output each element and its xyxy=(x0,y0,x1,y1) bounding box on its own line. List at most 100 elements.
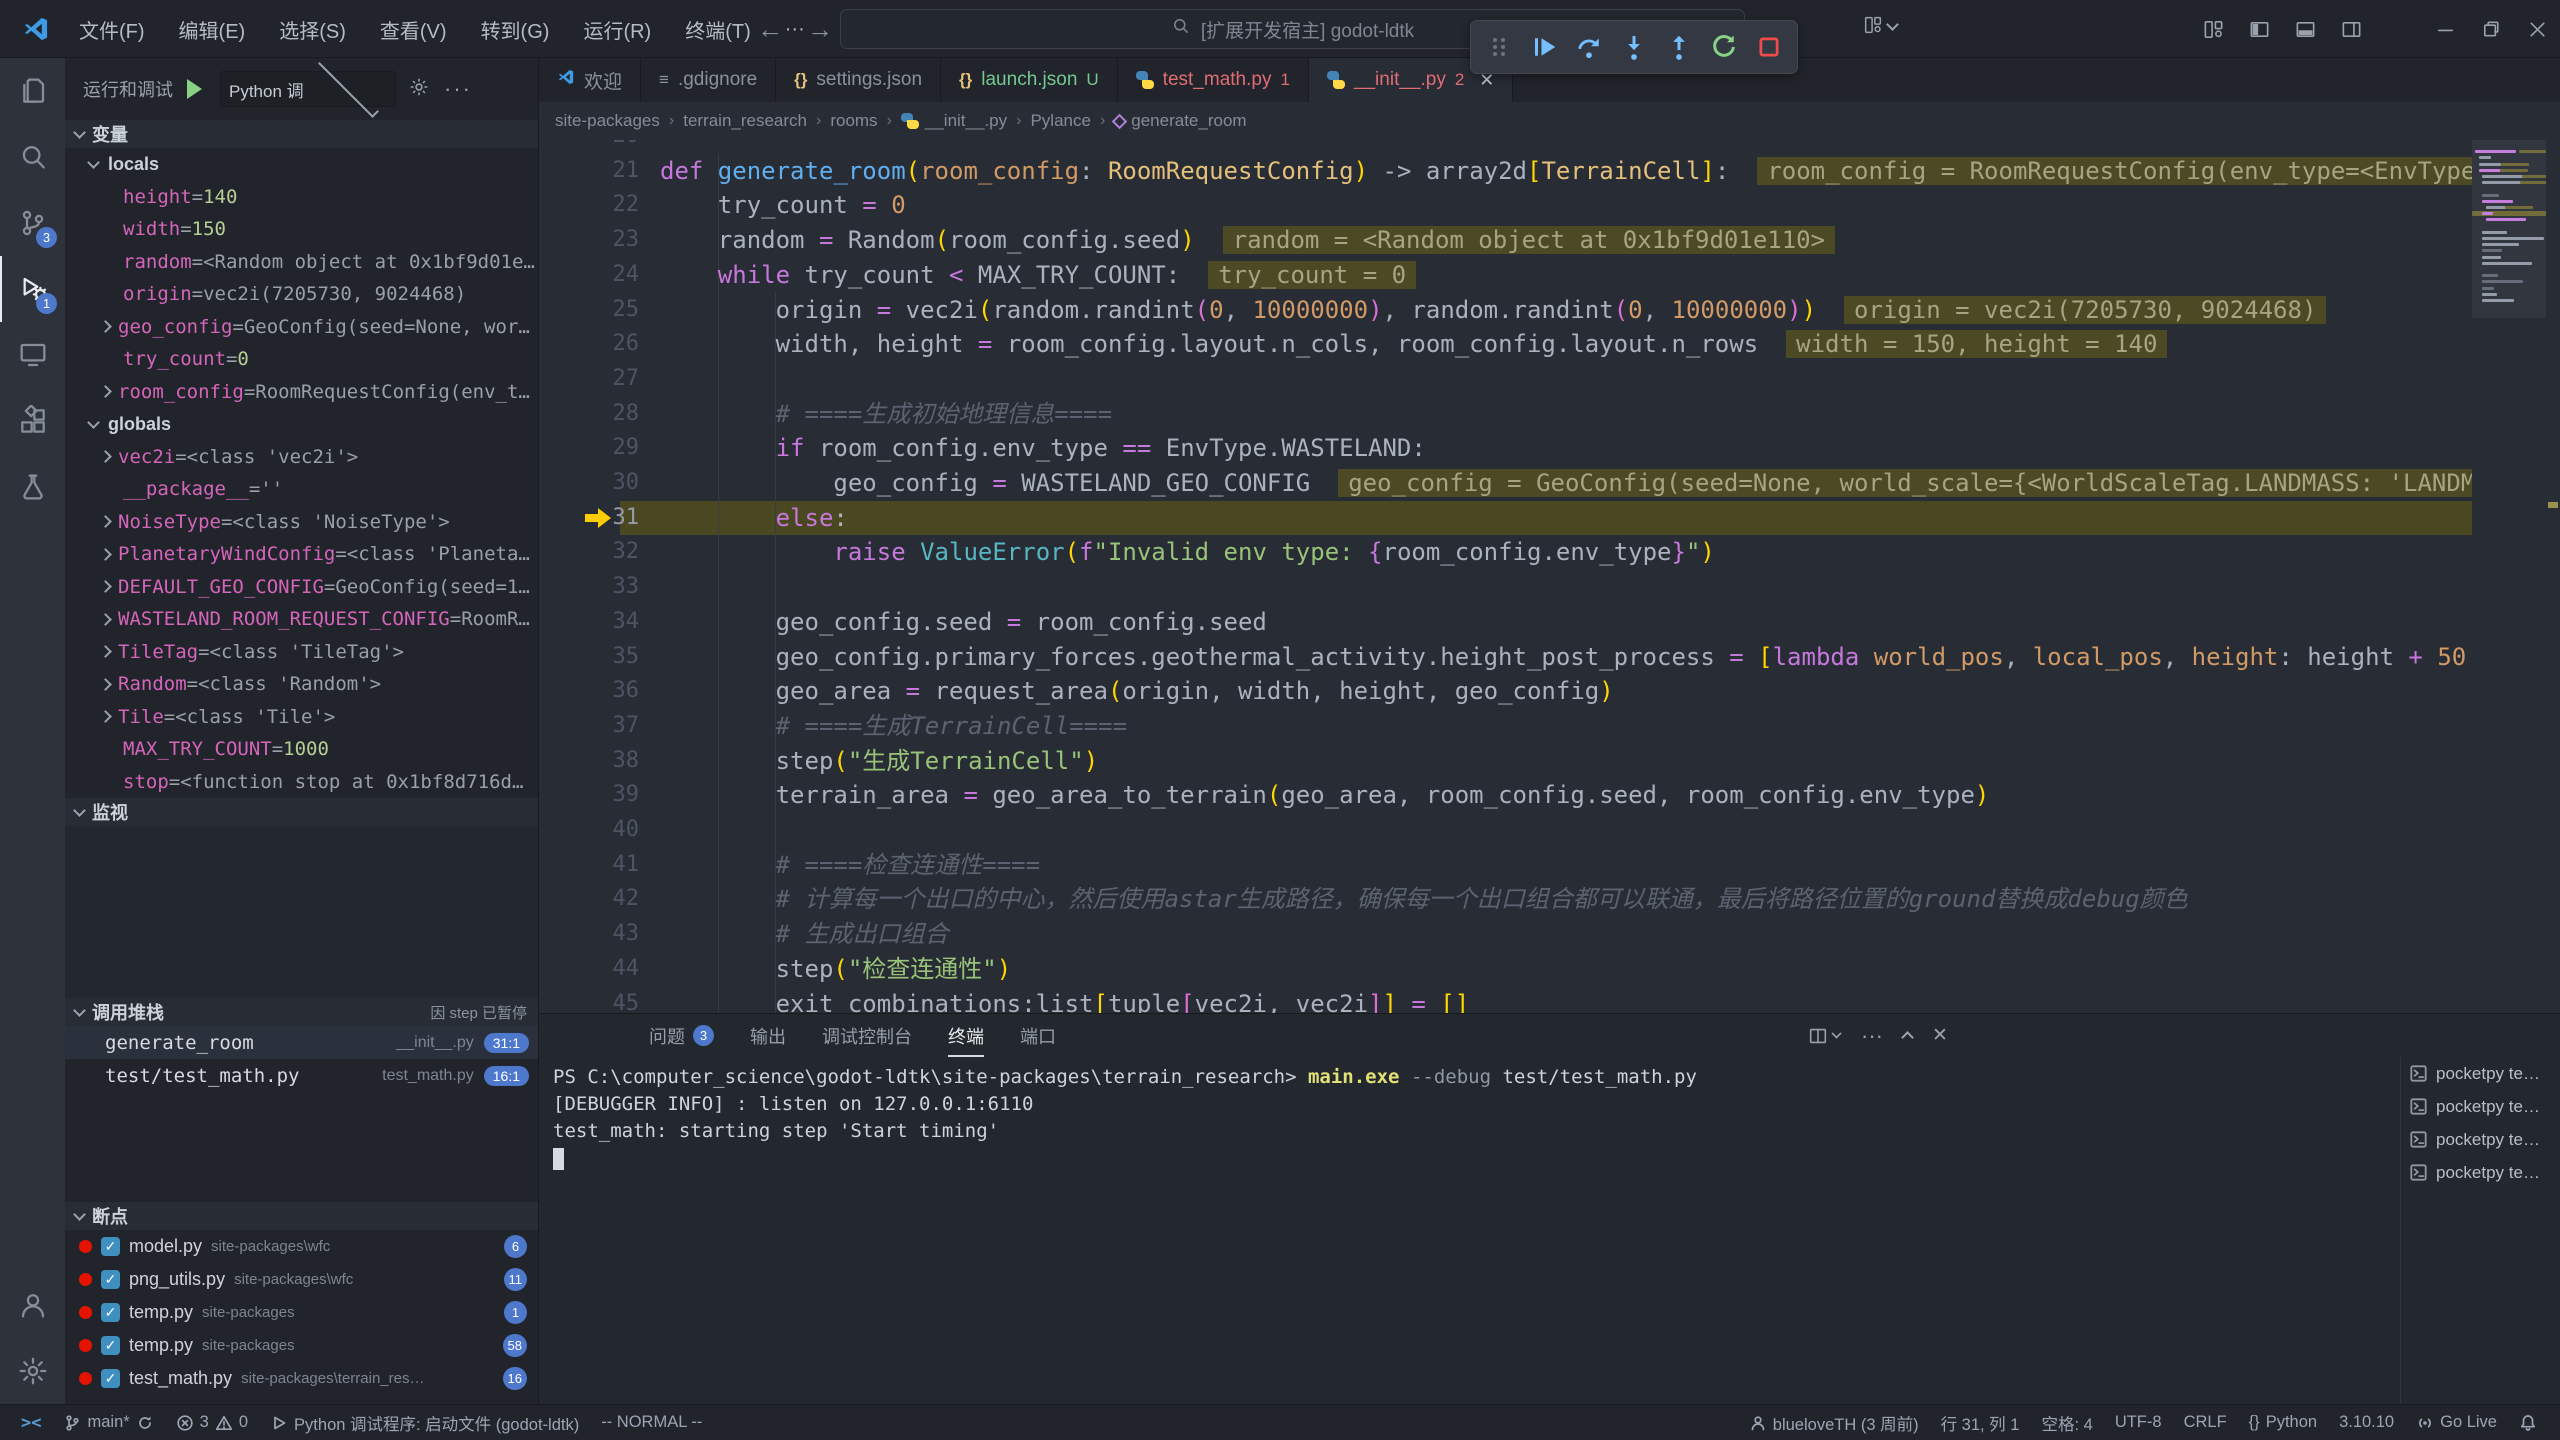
line-number[interactable]: 37 xyxy=(539,709,639,744)
stop-icon[interactable] xyxy=(1750,27,1787,67)
minimap[interactable] xyxy=(2472,140,2546,1013)
code-line[interactable]: # ====生成初始地理信息==== xyxy=(660,397,1112,432)
panel-tab-终端[interactable]: 终端 xyxy=(948,1014,984,1057)
line-number[interactable]: 38 xyxy=(539,744,639,779)
activity-settings[interactable] xyxy=(0,1338,65,1404)
terminal-instance[interactable]: pocketpy te… xyxy=(2401,1057,2560,1090)
line-number[interactable]: 32 xyxy=(539,535,639,570)
tab-settings.json[interactable]: {}settings.json xyxy=(776,58,941,102)
code-line[interactable]: while try_count < MAX_TRY_COUNT:try_coun… xyxy=(660,258,1416,293)
activity-search[interactable] xyxy=(0,124,65,190)
line-number[interactable]: 30 xyxy=(539,466,639,501)
close-panel-icon[interactable]: ✕ xyxy=(1932,1024,1948,1047)
line-number[interactable]: 21 xyxy=(539,154,639,189)
code-line[interactable]: geo_config = WASTELAND_GEO_CONFIGgeo_con… xyxy=(660,466,2472,501)
line-number[interactable]: 42 xyxy=(539,882,639,917)
checkbox[interactable]: ✓ xyxy=(101,1369,120,1388)
code-line[interactable]: else: xyxy=(660,501,848,536)
eol[interactable]: CRLF xyxy=(2173,1405,2238,1440)
menu-item[interactable]: 编辑(E) xyxy=(162,15,263,44)
more-actions-icon[interactable]: ··· xyxy=(1861,1023,1883,1049)
line-number[interactable]: 43 xyxy=(539,917,639,952)
line-number[interactable]: 45 xyxy=(539,987,639,1014)
code-line[interactable]: # ====生成TerrainCell==== xyxy=(660,709,1127,744)
code-line[interactable]: step("检查连通性") xyxy=(660,952,1011,987)
checkbox[interactable]: ✓ xyxy=(101,1336,120,1355)
go-live[interactable]: Go Live xyxy=(2405,1405,2508,1440)
language-mode[interactable]: {}Python xyxy=(2238,1405,2328,1440)
callstack-frame[interactable]: generate_room__init__.py31:1 xyxy=(65,1026,539,1059)
callstack-section-header[interactable]: 调用堆栈 因 step 已暂停 xyxy=(65,998,539,1026)
breadcrumb-item[interactable]: site-packages xyxy=(555,111,660,131)
nav-back-icon[interactable]: ← xyxy=(752,14,788,45)
line-number[interactable]: 25 xyxy=(539,293,639,328)
panel-tab-问题[interactable]: 问题3 xyxy=(649,1014,714,1057)
step-over-icon[interactable] xyxy=(1571,27,1608,67)
code-line[interactable]: step("生成TerrainCell") xyxy=(660,744,1098,779)
code-line[interactable]: geo_area = request_area(origin, width, h… xyxy=(660,674,1614,709)
tab-欢迎[interactable]: 欢迎 xyxy=(539,58,641,102)
line-number[interactable]: 36 xyxy=(539,674,639,709)
encoding[interactable]: UTF-8 xyxy=(2104,1405,2173,1440)
terminal-instance[interactable]: pocketpy te… xyxy=(2401,1123,2560,1156)
tab-launch.json[interactable]: {}launch.jsonU xyxy=(941,58,1118,102)
code-line[interactable]: # ====检查连通性==== xyxy=(660,848,1040,883)
variable-row[interactable]: NoiseType = <class 'NoiseType'> xyxy=(65,506,539,539)
line-number[interactable]: 23 xyxy=(539,223,639,258)
variable-row[interactable]: origin = vec2i(7205730, 9024468) xyxy=(65,278,539,311)
panel-tab-端口[interactable]: 端口 xyxy=(1020,1014,1056,1057)
profile-icon[interactable] xyxy=(1862,14,1897,36)
variables-group[interactable]: globals xyxy=(65,408,539,441)
variable-row[interactable]: WASTELAND_ROOM_REQUEST_CONFIG = RoomR… xyxy=(65,603,539,636)
variable-row[interactable]: DEFAULT_GEO_CONFIG = GeoConfig(seed=1… xyxy=(65,571,539,604)
line-number[interactable]: 40 xyxy=(539,813,639,848)
line-number[interactable]: 26 xyxy=(539,327,639,362)
code-line[interactable]: if room_config.env_type == EnvType.WASTE… xyxy=(660,431,1426,466)
breakpoint-row[interactable]: ✓test_math.pysite-packages\terrain_res…1… xyxy=(65,1362,539,1395)
activity-remote-explorer[interactable] xyxy=(0,322,65,388)
watch-body[interactable] xyxy=(65,826,539,998)
more-actions-icon[interactable]: ··· xyxy=(444,76,472,102)
line-number[interactable]: 44 xyxy=(539,952,639,987)
tab-.gdignore[interactable]: ≡.gdignore xyxy=(641,58,776,102)
gear-icon[interactable] xyxy=(408,76,430,103)
breakpoints-section-header[interactable]: 断点 xyxy=(65,1202,539,1230)
split-terminal-icon[interactable] xyxy=(1807,1025,1841,1047)
code-line[interactable]: width, height = room_config.layout.n_col… xyxy=(660,327,2167,362)
variable-row[interactable]: geo_config = GeoConfig(seed=None, wor… xyxy=(65,311,539,344)
line-number[interactable]: 22 xyxy=(539,188,639,223)
line-number[interactable]: 41 xyxy=(539,848,639,883)
cursor-position[interactable]: 行 31, 列 1 xyxy=(1930,1405,2031,1440)
git-branch[interactable]: main* xyxy=(52,1405,164,1440)
activity-run-debug[interactable]: 1 xyxy=(0,256,65,322)
activity-explorer[interactable] xyxy=(0,58,65,124)
line-number[interactable]: 29 xyxy=(539,431,639,466)
variable-row[interactable]: TileTag = <class 'TileTag'> xyxy=(65,636,539,669)
line-number[interactable]: 20 xyxy=(539,140,639,154)
breadcrumb-item[interactable]: __init__.py xyxy=(901,111,1007,131)
activity-account[interactable] xyxy=(0,1272,65,1338)
breakpoint-row[interactable]: ✓model.pysite-packages\wfc6 xyxy=(65,1230,539,1263)
breakpoint-row[interactable]: ✓png_utils.pysite-packages\wfc11 xyxy=(65,1263,539,1296)
line-number[interactable]: 34 xyxy=(539,605,639,640)
variable-row[interactable]: vec2i = <class 'vec2i'> xyxy=(65,441,539,474)
breadcrumb-item[interactable]: Pylance xyxy=(1030,111,1090,131)
restore-button[interactable] xyxy=(2468,0,2514,58)
line-number[interactable]: 28 xyxy=(539,397,639,432)
code-line[interactable]: try_count = 0 xyxy=(660,188,906,223)
menu-item[interactable]: 运行(R) xyxy=(566,15,668,44)
checkbox[interactable]: ✓ xyxy=(101,1270,120,1289)
variable-row[interactable]: random = <Random object at 0x1bf9d01e… xyxy=(65,246,539,279)
code-line[interactable]: random = Random(room_config.seed)random … xyxy=(660,223,1835,258)
callstack-frame[interactable]: test/test_math.pytest_math.py16:1 xyxy=(65,1059,539,1092)
breakpoint-row[interactable]: ✓temp.pysite-packages1 xyxy=(65,1296,539,1329)
breakpoint-row[interactable]: ✓temp.pysite-packages58 xyxy=(65,1329,539,1362)
drag-handle-icon[interactable] xyxy=(1481,27,1518,67)
vim-mode[interactable]: -- NORMAL -- xyxy=(590,1405,713,1440)
variable-row[interactable]: height = 140 xyxy=(65,181,539,214)
toggle-panel-icon[interactable] xyxy=(2282,0,2328,58)
variable-row[interactable]: stop = <function stop at 0x1bf8d716d… xyxy=(65,766,539,799)
breadcrumb-item[interactable]: generate_room xyxy=(1114,111,1246,131)
menu-item[interactable]: 文件(F) xyxy=(62,15,162,44)
terminal-instance[interactable]: pocketpy te… xyxy=(2401,1090,2560,1123)
